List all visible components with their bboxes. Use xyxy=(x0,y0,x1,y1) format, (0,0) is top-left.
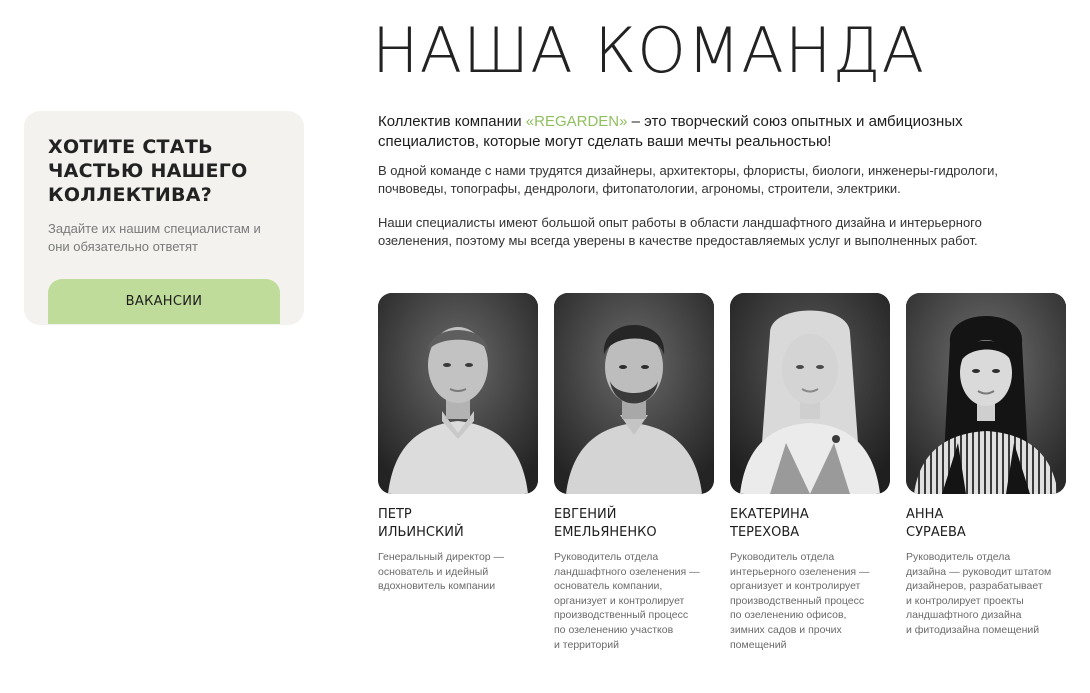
vacancies-button[interactable]: ВАКАНСИИ xyxy=(48,279,280,324)
intro-lead: Коллектив компании «REGARDEN» – это твор… xyxy=(378,112,1038,152)
intro-paragraph-2: Наши специалисты имеют большой опыт рабо… xyxy=(378,215,982,248)
join-text: Задайте их нашим специалистам и они обяз… xyxy=(48,221,261,254)
member-photo xyxy=(906,293,1066,494)
intro-lead-before: Коллектив компании xyxy=(378,113,526,130)
member-name: ПЕТР ИЛЬИНСКИЙ xyxy=(378,506,538,542)
member-first-name: ПЕТР xyxy=(378,507,412,522)
intro-paragraph-1: В одной команде с нами трудятся дизайнер… xyxy=(378,163,998,196)
member-photo xyxy=(730,293,890,494)
team-member-card: ЕВГЕНИЙ ЕМЕЛЬЯНЕНКО Руководитель отдела … xyxy=(554,293,714,652)
team-member-card: ПЕТР ИЛЬИНСКИЙ Генеральный директор — ос… xyxy=(378,293,538,594)
member-name: ЕКАТЕРИНА ТЕРЕХОВА xyxy=(730,506,890,542)
member-photo xyxy=(554,293,714,494)
member-role: Руководитель отдела ландшафтного озелене… xyxy=(554,551,700,651)
member-photo xyxy=(378,293,538,494)
member-role: Руководитель отдела дизайна — руководит … xyxy=(906,551,1052,636)
member-name: АННА СУРАЕВА xyxy=(906,506,1066,542)
team-member-card: ЕКАТЕРИНА ТЕРЕХОВА Руководитель отдела и… xyxy=(730,293,890,652)
member-first-name: АННА xyxy=(906,507,944,522)
member-role: Генеральный директор — основатель и идей… xyxy=(378,551,505,593)
member-last-name: СУРАЕВА xyxy=(906,525,966,540)
member-last-name: ТЕРЕХОВА xyxy=(730,525,800,540)
join-heading: ХОТИТЕ СТАТЬ ЧАСТЬЮ НАШЕГО КОЛЛЕКТИВА? xyxy=(48,136,248,206)
member-name: ЕВГЕНИЙ ЕМЕЛЬЯНЕНКО xyxy=(554,506,714,542)
member-last-name: ИЛЬИНСКИЙ xyxy=(378,525,464,540)
member-role: Руководитель отдела интерьерного озелене… xyxy=(730,551,870,651)
member-first-name: ЕКАТЕРИНА xyxy=(730,507,809,522)
team-member-card: АННА СУРАЕВА Руководитель отдела дизайна… xyxy=(906,293,1066,638)
member-last-name: ЕМЕЛЬЯНЕНКО xyxy=(554,525,657,540)
team-intro: Коллектив компании «REGARDEN» – это твор… xyxy=(378,112,1038,250)
brand-name: «REGARDEN» xyxy=(525,113,628,130)
page-title: НАША КОМАНДА xyxy=(372,14,926,87)
join-team-card: ХОТИТЕ СТАТЬ ЧАСТЬЮ НАШЕГО КОЛЛЕКТИВА? З… xyxy=(24,111,304,325)
member-first-name: ЕВГЕНИЙ xyxy=(554,507,617,522)
